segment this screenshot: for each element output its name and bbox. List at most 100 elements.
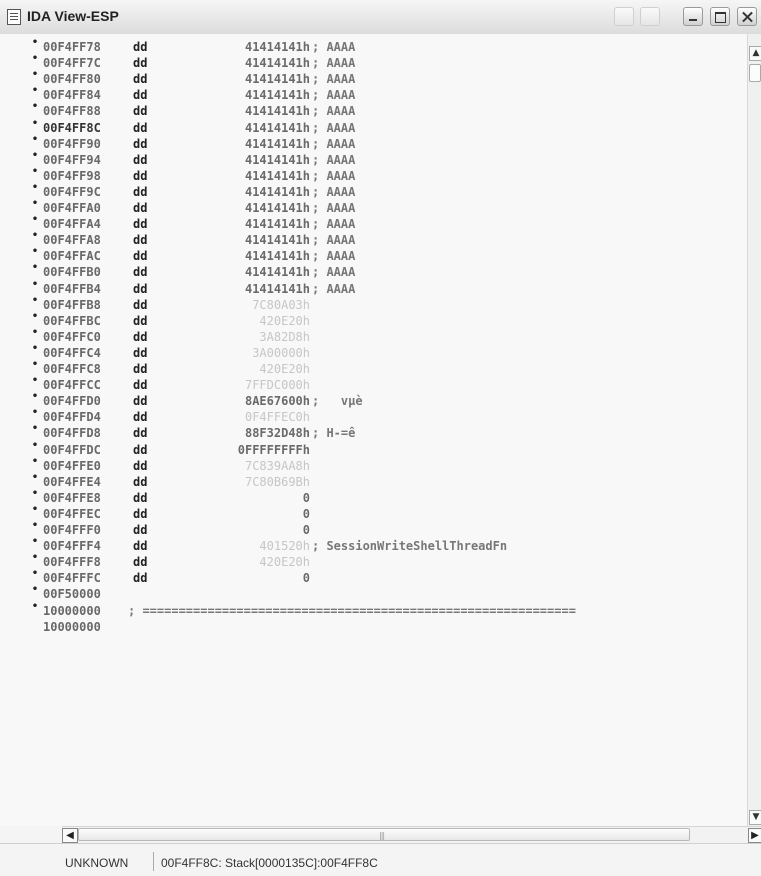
listing-row[interactable]: • 00F4FFC8 dd 420E20h <box>0 359 747 377</box>
row-operand: 0 <box>302 571 310 586</box>
listing-row[interactable]: • 00F4FFD4 dd 0F4FFEC0h <box>0 407 747 425</box>
listing-row[interactable]: • 00F4FFB4 dd 41414141h; AAAA <box>0 279 747 297</box>
listing-row[interactable]: • 00F4FF90 dd 41414141h; AAAA <box>0 134 747 152</box>
row-mnemonic: dd <box>133 249 148 264</box>
row-comment: ; AAAA <box>312 201 356 215</box>
maximize-button[interactable] <box>710 7 730 26</box>
vertical-scrollbar[interactable]: ▲ ▼ <box>747 34 761 826</box>
row-comment: ; AAAA <box>312 217 356 232</box>
bullet-icon: • <box>32 375 39 387</box>
bullet-icon: • <box>32 85 39 97</box>
listing-row[interactable]: • 00F4FFF8 dd 420E20h <box>0 552 747 570</box>
listing-row[interactable]: • 00F4FFE8 dd 0 <box>0 488 747 506</box>
row-address: 00F4FF98 <box>43 168 101 183</box>
listing-row[interactable]: • 00F4FF7C dd 41414141h; AAAA <box>0 53 747 71</box>
listing-row[interactable]: • 00F4FF80 dd 41414141h; AAAA <box>0 69 747 87</box>
listing-row[interactable]: • 00F4FFBC dd 420E20h <box>0 311 747 329</box>
row-mnemonic: dd <box>133 506 148 521</box>
row-mnemonic: dd <box>133 120 148 135</box>
bullet-icon: • <box>32 117 39 129</box>
listing-row[interactable]: • 00F4FFA8 dd 41414141h; AAAA <box>0 230 747 248</box>
row-address: 00F4FFE8 <box>43 490 101 505</box>
listing-row[interactable]: • 00F4FFDC dd 0FFFFFFFFh <box>0 440 747 458</box>
scroll-right-arrow-icon[interactable]: ▶ <box>748 828 761 843</box>
bullet-icon: • <box>32 326 39 338</box>
row-mnemonic: dd <box>133 233 148 248</box>
row-operand: 41414141h <box>244 233 310 248</box>
disassembly-listing[interactable]: • 00F4FF78 dd 41414141h; AAAA • 00F4FF7C dd 414… <box>0 34 747 826</box>
row-operand: 420E20h <box>259 555 310 570</box>
listing-row[interactable]: • 10000000 ; =============================… <box>0 601 747 619</box>
listing-row[interactable]: • 00F4FF78 dd 41414141h; AAAA <box>0 37 747 55</box>
bullet-icon: • <box>32 262 39 274</box>
listing-row[interactable]: • 00F4FFB0 dd 41414141h; AAAA <box>0 262 747 280</box>
listing-row[interactable]: • 00F4FF84 dd 41414141h; AAAA <box>0 85 747 103</box>
row-address: 00F4FFB8 <box>43 297 101 312</box>
sync-button[interactable] <box>614 7 634 26</box>
row-operand: 8AE67600h <box>244 394 310 409</box>
listing-row[interactable]: • 00F4FFCC dd 7FFDC000h <box>0 375 747 393</box>
row-operand: 401520h <box>259 539 310 554</box>
row-mnemonic: dd <box>133 378 148 393</box>
row-operand: 41414141h <box>244 249 310 264</box>
horizontal-scrollbar[interactable]: ◀ ||| ▶ <box>62 826 761 843</box>
listing-row[interactable]: • 00F4FFA4 dd 41414141h; AAAA <box>0 214 747 232</box>
status-mode: UNKNOWN <box>65 856 129 870</box>
row-address: 00F4FFBC <box>43 313 101 328</box>
row-mnemonic: dd <box>133 571 148 586</box>
listing-row[interactable]: • 00F4FF8C dd 41414141h; AAAA <box>0 118 747 136</box>
vertical-scroll-thumb[interactable] <box>749 64 761 82</box>
listing-row[interactable]: • 00F4FF94 dd 41414141h; AAAA <box>0 150 747 168</box>
row-address: 00F4FFA4 <box>43 217 101 232</box>
listing-row[interactable]: • 00F4FFA0 dd 41414141h; AAAA <box>0 198 747 216</box>
row-mnemonic: dd <box>133 281 148 296</box>
bullet-icon: • <box>32 359 39 370</box>
listing-row[interactable]: • 00F4FFFC dd 0 <box>0 568 747 586</box>
ida-view-window: IDA View-ESP • 00F4FF78 dd 41414141h; AAAA •… <box>0 0 761 876</box>
listing-row[interactable]: • 00F4FFE0 dd 7C839AA8h <box>0 456 747 474</box>
restore-button[interactable] <box>640 7 660 26</box>
minimize-button[interactable] <box>683 7 703 26</box>
row-address: 00F4FFD0 <box>43 394 101 409</box>
row-comment: ; AAAA <box>312 104 356 119</box>
listing-row[interactable]: • 00F4FF98 dd 41414141h; AAAA <box>0 166 747 184</box>
listing-row[interactable]: • 00F4FFD0 dd 8AE67600h; vµè <box>0 391 747 409</box>
listing-row[interactable]: • 00F4FFC4 dd 3A00000h <box>0 343 747 361</box>
bullet-icon: • <box>32 310 39 322</box>
listing-row[interactable]: • 00F4FFF0 dd 0 <box>0 520 747 538</box>
row-operand: 420E20h <box>259 313 310 328</box>
scroll-down-arrow-icon[interactable]: ▼ <box>749 810 761 825</box>
row-address: 00F4FF7C <box>43 56 101 71</box>
listing-row[interactable]: • 00F4FFE4 dd 7C80B69Bh <box>0 472 747 490</box>
row-comment: ; AAAA <box>312 249 356 264</box>
listing-row[interactable]: • 00F4FFD8 dd 88F32D48h; H-=ê <box>0 423 747 441</box>
listing-row[interactable]: • 00F4FFB8 dd 7C80A03h <box>0 295 747 313</box>
bullet-icon: • <box>32 503 39 515</box>
listing-row[interactable]: 10000000 <box>0 619 747 635</box>
bullet-icon: • <box>32 455 39 467</box>
row-mnemonic: dd <box>133 523 148 537</box>
row-operand: 7FFDC000h <box>244 378 310 393</box>
listing-row[interactable]: • 00F4FF88 dd 41414141h; AAAA <box>0 101 747 119</box>
row-mnemonic: dd <box>133 136 148 151</box>
title-bar[interactable]: IDA View-ESP <box>0 0 761 35</box>
listing-row[interactable]: • 00F4FFC0 dd 3A82D8h <box>0 327 747 345</box>
row-address: 00F4FFC0 <box>43 329 101 344</box>
bullet-icon: • <box>32 600 39 612</box>
row-address: 00F4FFE4 <box>43 474 101 489</box>
listing-row[interactable]: • 00F50000 <box>0 584 747 602</box>
row-comment: ; AAAA <box>312 40 356 54</box>
listing-row[interactable]: • 00F4FFAC dd 41414141h; AAAA <box>0 246 747 264</box>
listing-row[interactable]: • 00F4FFF4 dd 401520h; SessionWriteShellThr… <box>0 536 747 554</box>
row-address: 00F4FFA0 <box>43 201 101 215</box>
listing-row[interactable]: • 00F4FFEC dd 0 <box>0 504 747 522</box>
row-address: 10000000 <box>43 603 101 618</box>
horizontal-scroll-thumb[interactable]: ||| <box>78 828 690 841</box>
grip-icon: ||| <box>379 831 385 840</box>
listing-row[interactable]: • 00F4FF9C dd 41414141h; AAAA <box>0 182 747 200</box>
bullet-icon: • <box>32 536 39 548</box>
row-operand: 41414141h <box>244 265 310 280</box>
close-button[interactable] <box>737 7 757 26</box>
scroll-left-arrow-icon[interactable]: ◀ <box>62 828 78 843</box>
scroll-up-arrow-icon[interactable]: ▲ <box>749 46 761 61</box>
